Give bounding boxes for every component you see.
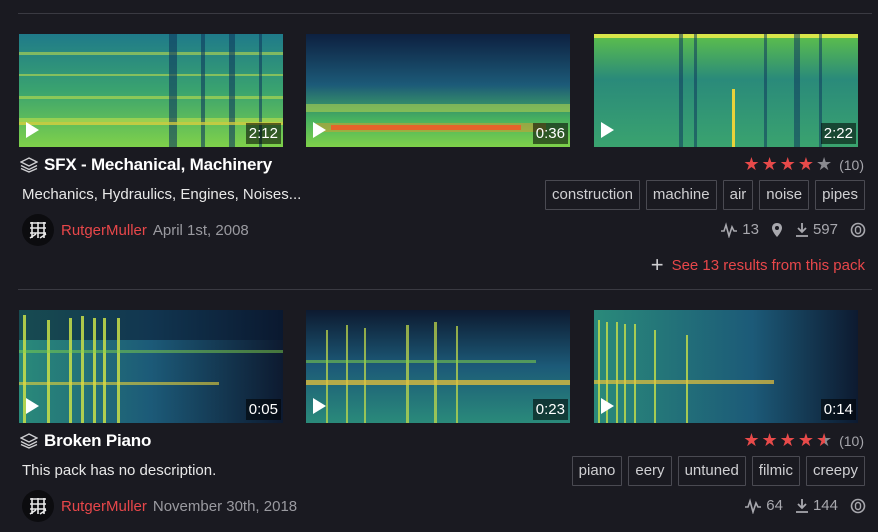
pack-title[interactable]: SFX - Mechanical, Machinery — [20, 155, 272, 175]
license[interactable] — [850, 222, 866, 238]
star-icon: ★ — [779, 154, 796, 174]
star-icon: ★ — [797, 154, 814, 174]
sound-thumbnail[interactable]: 0:23 — [306, 310, 570, 423]
tag[interactable]: noise — [759, 180, 810, 210]
tag[interactable]: piano — [571, 456, 623, 486]
star-icon: ★ — [761, 430, 778, 450]
duration-label: 2:12 — [245, 123, 281, 144]
download-count-value: 597 — [812, 221, 838, 238]
play-icon[interactable] — [601, 122, 614, 138]
spectrogram — [306, 34, 570, 147]
star-half-icon: ★ — [815, 430, 833, 450]
tag[interactable]: air — [722, 180, 754, 210]
sound-thumbnail[interactable]: 0:14 — [594, 310, 858, 423]
pack-date: April 1st, 2008 — [152, 221, 249, 239]
star-icon: ★ — [761, 154, 778, 174]
download-count-value: 144 — [812, 497, 838, 514]
duration-label: 0:36 — [532, 123, 568, 144]
spectrogram — [594, 34, 858, 147]
waveform-icon — [721, 221, 738, 238]
see-more-link[interactable]: + See 13 results from this pack — [651, 254, 865, 276]
play-icon[interactable] — [26, 122, 39, 138]
tag[interactable]: machine — [645, 180, 717, 210]
star-icon: ★ — [797, 430, 814, 450]
duration-label: 0:14 — [820, 399, 856, 420]
see-more-text: See 13 results from this pack — [671, 256, 865, 274]
license[interactable] — [850, 498, 866, 514]
spectrogram — [594, 310, 858, 423]
tag-list: construction machine air noise pipes — [545, 180, 865, 210]
sound-thumbnail[interactable]: 0:36 — [306, 34, 570, 147]
duration-label: 2:22 — [820, 123, 856, 144]
sound-thumbnail[interactable]: 2:22 — [594, 34, 858, 147]
sound-count-value: 64 — [766, 497, 783, 514]
sound-count: 64 — [744, 497, 783, 514]
top-divider — [18, 13, 872, 14]
rating-count: (10) — [839, 432, 864, 449]
pack-title[interactable]: Broken Piano — [20, 431, 151, 451]
rating: ★ ★ ★ ★ ★ (10) — [741, 154, 864, 175]
tag[interactable]: eery — [628, 456, 672, 486]
tag[interactable]: construction — [545, 180, 640, 210]
play-icon[interactable] — [601, 398, 614, 414]
star-icon: ★ — [779, 430, 796, 450]
pack-divider — [18, 289, 872, 290]
spectrogram — [19, 34, 283, 147]
play-icon[interactable] — [26, 398, 39, 414]
spectrogram — [19, 310, 283, 423]
download-icon — [795, 498, 808, 513]
star-icon: ★ — [743, 430, 760, 450]
license-icon — [850, 222, 866, 237]
pack-title-text: SFX - Mechanical, Machinery — [44, 155, 272, 174]
layers-icon — [20, 433, 38, 449]
layers-icon — [20, 157, 38, 173]
sound-thumbnail[interactable]: 2:12 — [19, 34, 283, 147]
tag[interactable]: creepy — [805, 456, 865, 486]
avatar[interactable] — [22, 490, 54, 522]
sound-count: 13 — [720, 221, 759, 238]
pack-title-text: Broken Piano — [44, 431, 152, 450]
location-icon — [771, 222, 782, 237]
avatar-icon — [29, 222, 47, 239]
pack-stats: 64 144 — [744, 497, 866, 514]
tag[interactable]: pipes — [815, 180, 865, 210]
sound-thumbnail[interactable]: 0:05 — [19, 310, 283, 423]
tag-list: piano eery untuned filmic creepy — [571, 456, 865, 486]
avatar-icon — [29, 498, 47, 515]
author-name[interactable]: RutgerMuller — [61, 498, 147, 515]
sound-count-value: 13 — [742, 221, 759, 238]
pack-date: November 30th, 2018 — [152, 497, 298, 515]
tag[interactable]: filmic — [751, 456, 800, 486]
tag[interactable]: untuned — [677, 456, 746, 486]
download-count: 597 — [795, 221, 838, 238]
avatar[interactable] — [22, 214, 54, 246]
author-name[interactable]: RutgerMuller — [61, 222, 147, 239]
location[interactable] — [771, 222, 783, 238]
rating: ★ ★ ★ ★ ★ (10) — [741, 430, 864, 451]
pack-description: This pack has no description. — [22, 462, 217, 479]
spectrogram — [306, 310, 570, 423]
play-icon[interactable] — [313, 398, 326, 414]
license-icon — [850, 498, 866, 513]
pack-stats: 13 597 — [720, 221, 866, 238]
star-icon: ★ — [815, 154, 833, 174]
play-icon[interactable] — [313, 122, 326, 138]
star-icon: ★ — [743, 154, 760, 174]
plus-icon: + — [650, 252, 664, 277]
author: RutgerMuller April 1st, 2008 — [22, 214, 249, 246]
download-icon — [795, 222, 808, 237]
duration-label: 0:05 — [245, 399, 281, 420]
rating-count: (10) — [839, 156, 864, 173]
pack-description: Mechanics, Hydraulics, Engines, Noises..… — [22, 186, 302, 203]
author: RutgerMuller November 30th, 2018 — [22, 490, 297, 522]
waveform-icon — [745, 497, 762, 514]
duration-label: 0:23 — [532, 399, 568, 420]
download-count: 144 — [795, 497, 838, 514]
